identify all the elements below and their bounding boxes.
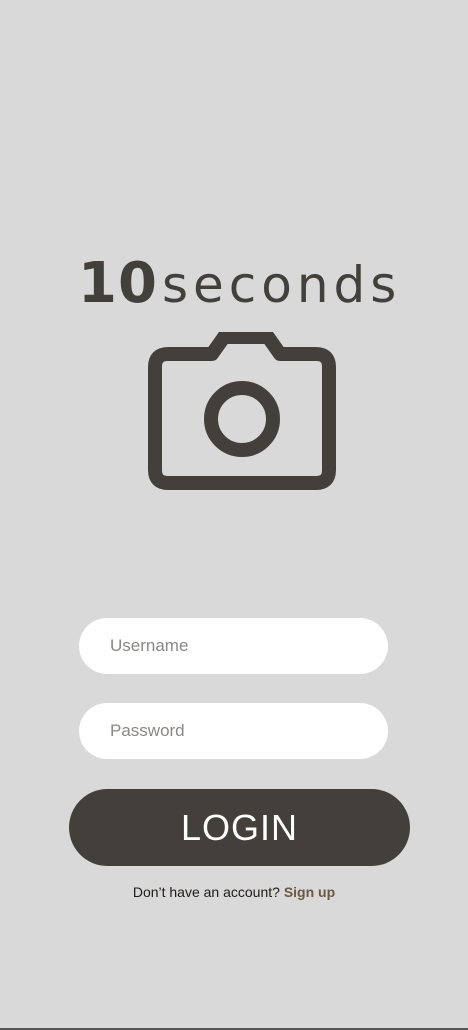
password-input[interactable]: [110, 703, 388, 759]
username-field[interactable]: [79, 618, 388, 674]
username-input[interactable]: [110, 618, 388, 674]
camera-icon: [148, 332, 336, 490]
logo-number: 10: [78, 251, 158, 316]
login-button[interactable]: LOGIN: [69, 789, 410, 866]
signup-prompt-text: Don’t have an account?: [132, 884, 284, 900]
signup-link[interactable]: Sign up: [284, 884, 335, 900]
app-logo: 10seconds: [78, 252, 418, 316]
signup-prompt: Don’t have an account? Sign up: [0, 884, 468, 900]
logo-word: seconds: [161, 256, 402, 314]
password-field[interactable]: [79, 703, 388, 759]
